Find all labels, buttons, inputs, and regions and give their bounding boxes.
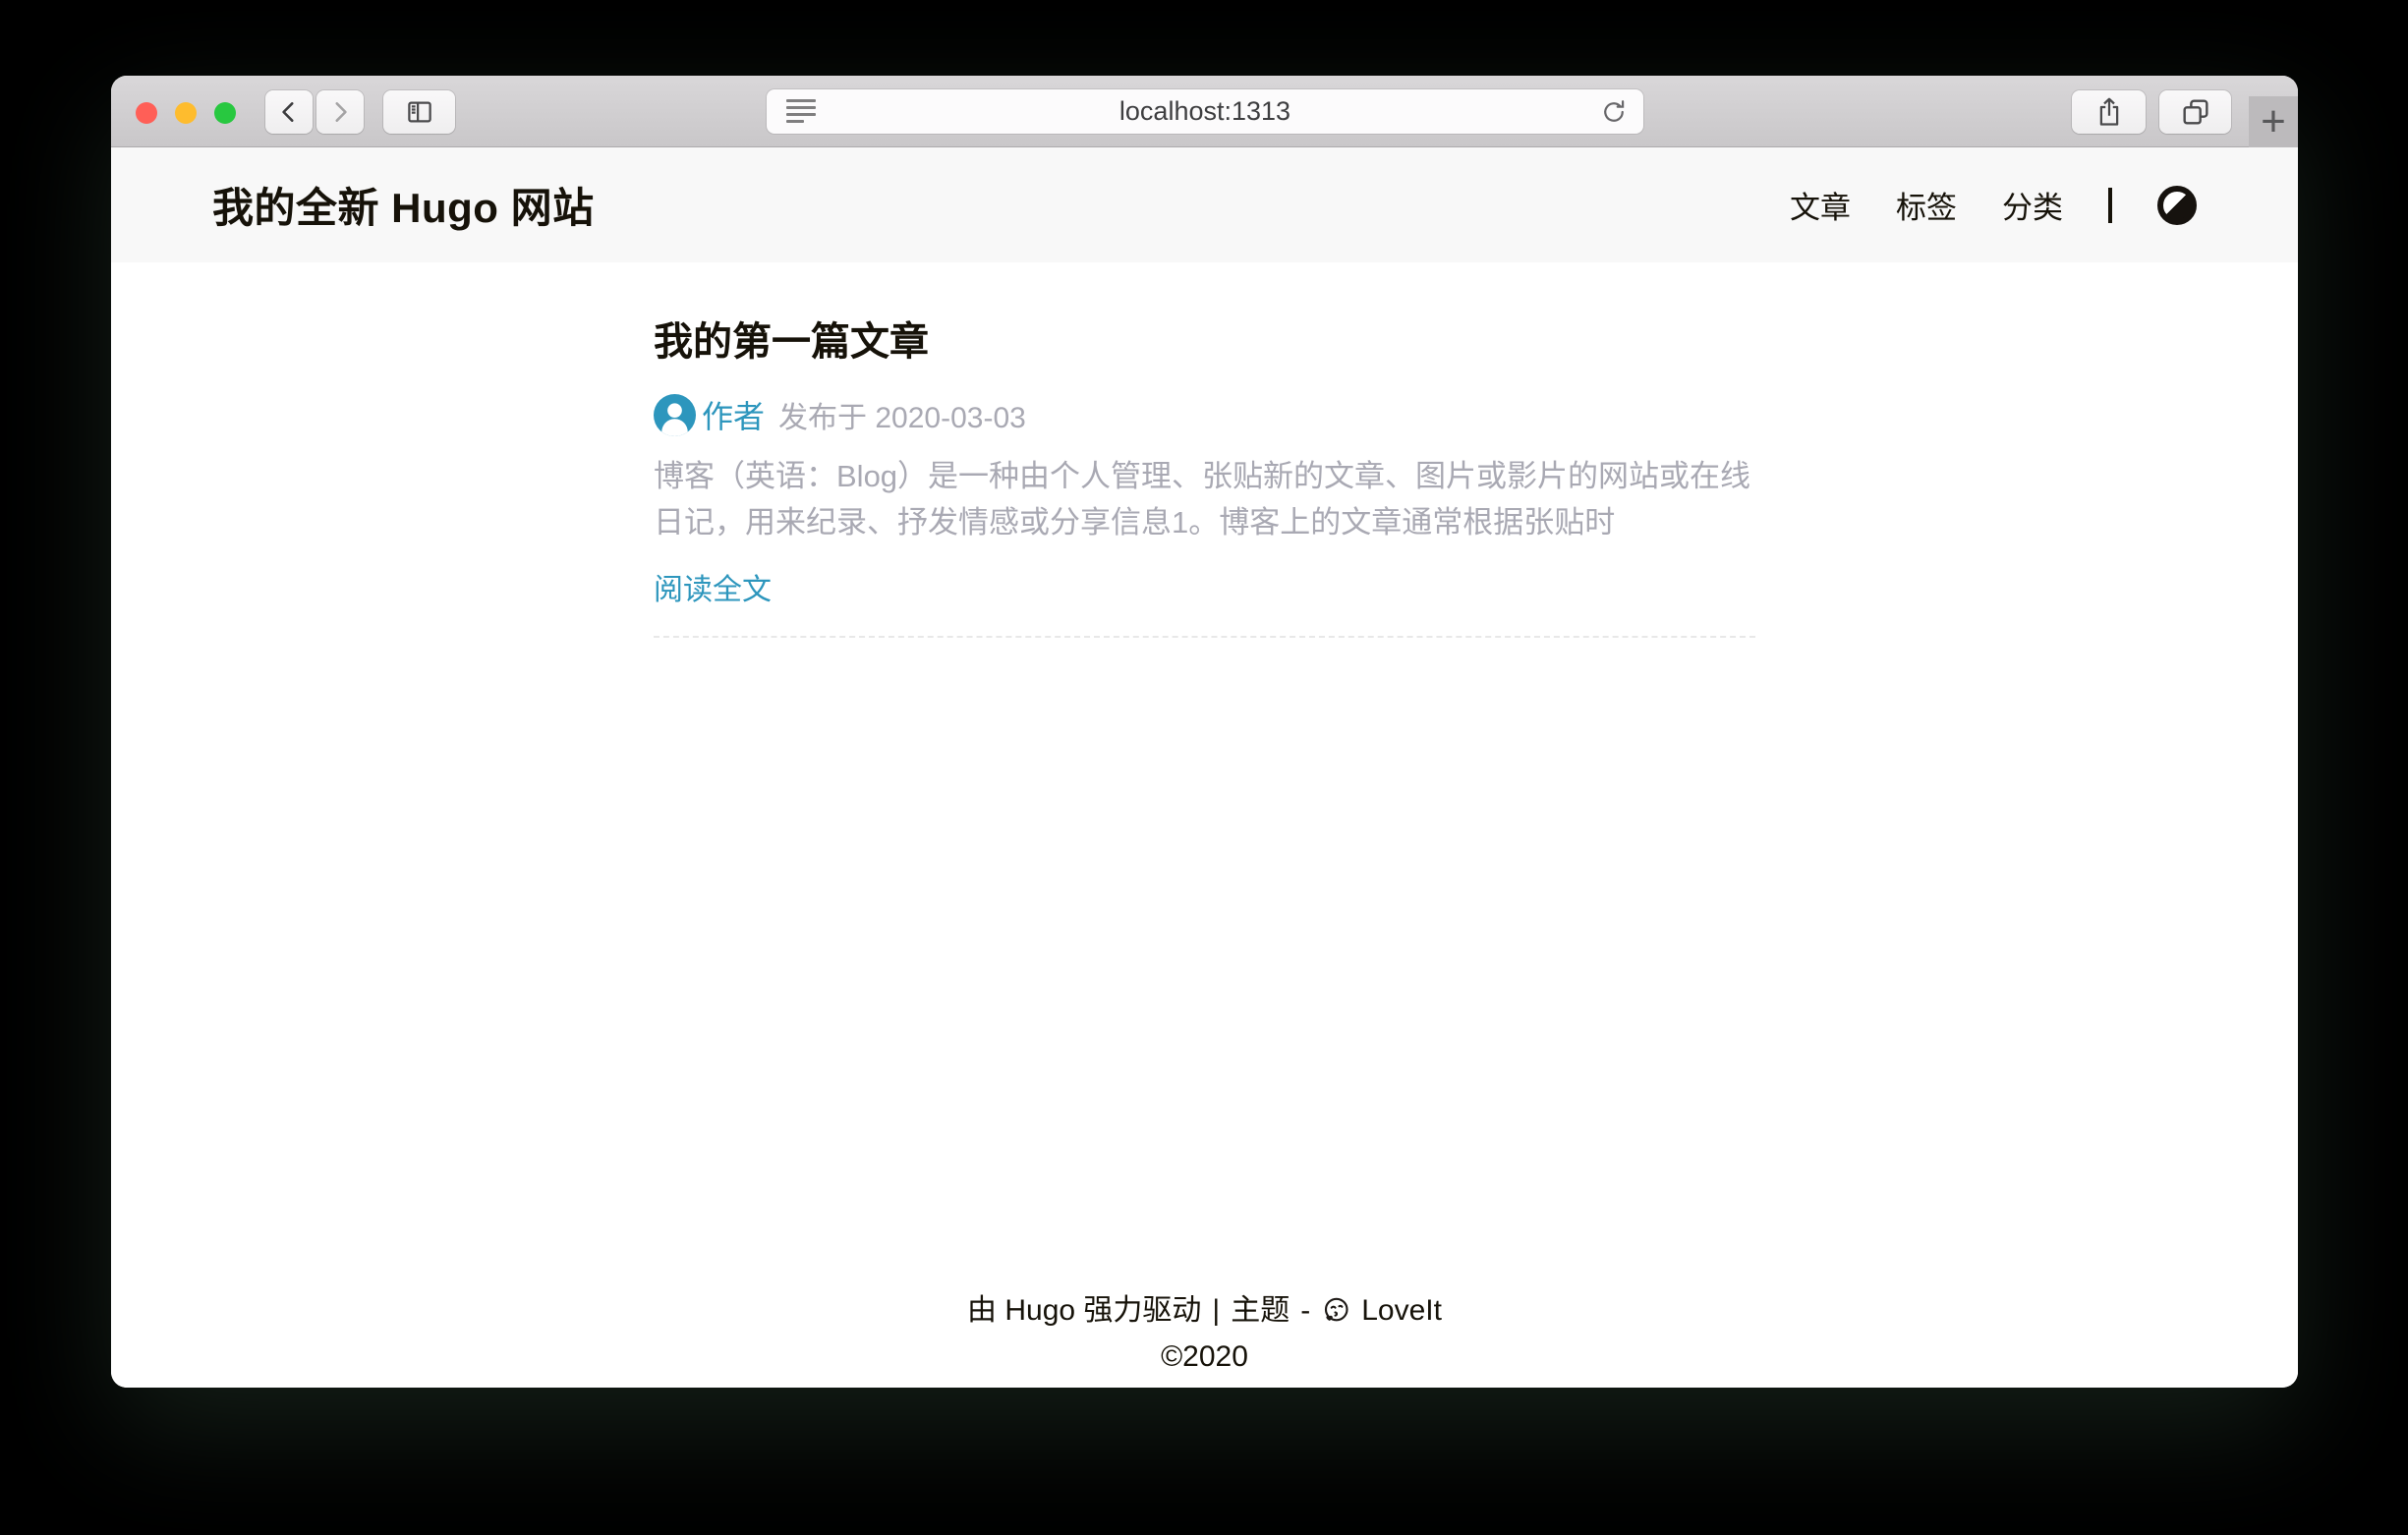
nav-divider [2108, 188, 2112, 223]
share-button[interactable] [2072, 90, 2146, 134]
theme-label: 主题 [1231, 1292, 1290, 1330]
post-meta: 作者 发布于 2020-03-03 [654, 392, 1755, 437]
site-header: 我的全新 Hugo 网站 文章 标签 分类 [111, 147, 2298, 262]
minimize-button[interactable] [175, 102, 197, 124]
nav-item-posts[interactable]: 文章 [1790, 183, 1851, 227]
forward-button[interactable] [316, 90, 364, 134]
post-title[interactable]: 我的第一篇文章 [654, 310, 1755, 367]
close-button[interactable] [136, 102, 157, 124]
show-tabs-button[interactable] [2159, 90, 2231, 134]
post-summary: 博客（英语：Blog）是一种由个人管理、张贴新的文章、图片或影片的网站或在线日记… [654, 453, 1755, 545]
theme-name-link[interactable]: LoveIt [1361, 1292, 1442, 1330]
footer-separator: | [1212, 1292, 1220, 1330]
nav-item-tags[interactable]: 标签 [1896, 183, 1957, 227]
browser-window: localhost:1313 + 我的全新 Hugo 网站 文章 标签 分类 [111, 76, 2298, 1388]
author-link[interactable]: 作者 [702, 392, 765, 437]
post-divider [654, 636, 1755, 638]
article-summary-card: 我的第一篇文章 作者 发布于 2020-03-03 博客（英语：Blog）是一种… [654, 310, 1755, 638]
browser-toolbar: localhost:1313 + [111, 76, 2298, 147]
site-footer: 由 Hugo 强力驱动 | 主题 - LoveIt ©2020 [111, 1292, 2298, 1388]
user-circle-icon [654, 394, 696, 436]
address-bar[interactable]: localhost:1313 [767, 89, 1643, 134]
page-main: 我的第一篇文章 作者 发布于 2020-03-03 博客（英语：Blog）是一种… [111, 262, 2298, 1388]
kiss-wink-heart-icon [1321, 1296, 1350, 1326]
footer-dash: - [1300, 1292, 1310, 1330]
copyright-text: ©2020 [111, 1338, 2298, 1376]
post-date: 发布于 2020-03-03 [778, 393, 1026, 436]
new-tab-button[interactable]: + [2249, 96, 2298, 147]
main-nav: 文章 标签 分类 [1790, 183, 2197, 227]
tabs-icon [2180, 96, 2211, 128]
site-title[interactable]: 我的全新 Hugo 网站 [212, 175, 595, 235]
sidebar-icon [404, 97, 435, 127]
theme-toggle-icon[interactable] [2157, 186, 2197, 225]
powered-by-text: 由 Hugo 强力驱动 [967, 1292, 1201, 1330]
plus-icon: + [2261, 100, 2286, 143]
back-button[interactable] [265, 90, 313, 134]
reload-icon[interactable] [1600, 98, 1628, 126]
url-text[interactable]: localhost:1313 [767, 96, 1643, 127]
back-icon [276, 97, 302, 127]
share-icon [2094, 95, 2124, 129]
nav-item-categories[interactable]: 分类 [2002, 183, 2063, 227]
zoom-button[interactable] [214, 102, 236, 124]
footer-powered-line: 由 Hugo 强力驱动 | 主题 - LoveIt [111, 1292, 2298, 1330]
forward-icon [327, 97, 353, 127]
sidebar-toggle-button[interactable] [383, 90, 455, 134]
read-more-link[interactable]: 阅读全文 [654, 565, 772, 608]
